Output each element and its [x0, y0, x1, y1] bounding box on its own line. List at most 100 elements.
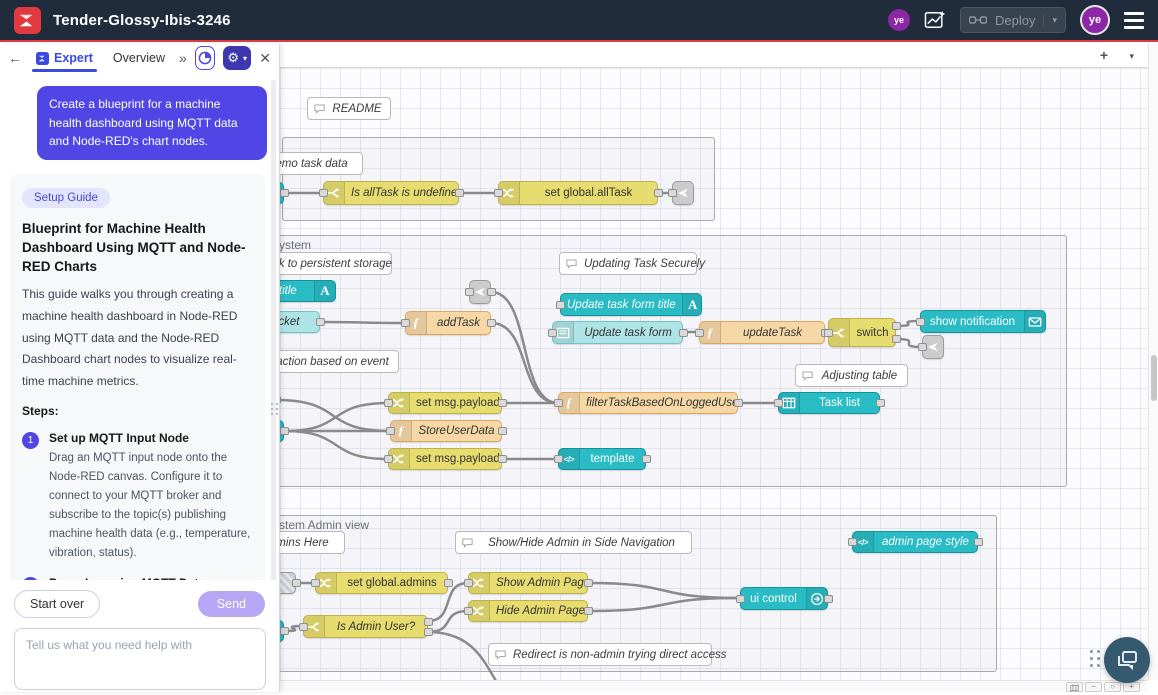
node-port[interactable]	[384, 455, 393, 463]
node-port[interactable]	[584, 579, 593, 587]
flow-node[interactable]: set global.allTask	[498, 181, 658, 205]
send-button[interactable]: Send	[198, 591, 265, 617]
node-port[interactable]	[918, 343, 927, 351]
comment-node[interactable]: Redirect is non-admin trying direct acce…	[488, 643, 712, 666]
node-port[interactable]	[498, 399, 507, 407]
node-port[interactable]	[464, 607, 473, 615]
flow-node[interactable]: ƒupdateTask	[699, 321, 825, 344]
node-port[interactable]	[734, 399, 743, 407]
flow-node[interactable]: switch	[828, 318, 896, 347]
node-port[interactable]	[311, 579, 320, 587]
node-port[interactable]	[498, 455, 507, 463]
node-port[interactable]	[736, 595, 745, 603]
node-port[interactable]	[916, 318, 925, 326]
node-port[interactable]	[384, 399, 393, 407]
flow-node[interactable]: </>template	[558, 448, 646, 470]
node-port[interactable]	[316, 318, 325, 326]
flow-node[interactable]: ticket	[280, 311, 320, 333]
chat-fab-button[interactable]	[1104, 637, 1150, 683]
back-button[interactable]: ←	[8, 50, 22, 66]
ai-assistant-icon[interactable]	[924, 10, 946, 30]
node-port[interactable]	[464, 579, 473, 587]
node-port[interactable]	[554, 455, 563, 463]
node-port[interactable]	[465, 288, 474, 296]
node-port[interactable]	[401, 319, 410, 327]
zoom-out-button[interactable]: −	[1085, 682, 1102, 692]
node-port[interactable]	[892, 322, 901, 330]
comment-node[interactable]: Updating Task Securely	[559, 252, 697, 275]
flow-node[interactable]: Task list	[778, 392, 880, 414]
flow-node[interactable]: set global.admins	[315, 572, 448, 594]
comment-node[interactable]: Show/Hide Admin in Side Navigation	[455, 531, 692, 554]
node-port[interactable]	[292, 579, 301, 587]
panel-scrollbar[interactable]	[271, 80, 276, 620]
tab-expert[interactable]: Expert	[30, 47, 99, 69]
tab-overview[interactable]: Overview	[107, 47, 171, 69]
comment-node[interactable]: mins Here	[280, 531, 345, 554]
canvas-horizontal-scrollbar[interactable]: − ○ +	[280, 680, 1148, 692]
flow-node[interactable]: Show Admin Page	[468, 572, 588, 594]
node-port[interactable]	[654, 189, 663, 197]
flow-node[interactable]: show notification	[920, 310, 1046, 333]
zoom-reset-button[interactable]: ○	[1104, 682, 1121, 692]
flow-node[interactable]: Is Admin User?	[303, 615, 428, 638]
node-port[interactable]	[494, 189, 503, 197]
node-port[interactable]	[584, 607, 593, 615]
flow-node[interactable]: ƒfilterTaskBasedOnLoggedUser	[558, 392, 738, 414]
settings-button[interactable]: ⚙ ▾	[223, 46, 251, 70]
node-port[interactable]	[876, 399, 885, 407]
flow-list-caret-icon[interactable]: ▾	[1129, 51, 1134, 62]
node-port[interactable]	[487, 319, 496, 327]
minimap-button[interactable]	[1066, 682, 1083, 692]
node-port[interactable]	[299, 623, 308, 631]
comment-node[interactable]: sk to persistent storage	[280, 252, 392, 275]
node-port[interactable]	[424, 618, 433, 626]
node-port[interactable]	[548, 329, 557, 337]
node-port[interactable]	[695, 329, 704, 337]
comment-node[interactable]: Adjusting table	[795, 364, 908, 387]
tab-overflow-button[interactable]: »	[179, 50, 187, 66]
menu-icon[interactable]	[1124, 12, 1144, 29]
node-port[interactable]	[444, 579, 453, 587]
node-port[interactable]	[642, 455, 651, 463]
node-port[interactable]	[892, 335, 901, 343]
usage-chart-button[interactable]	[195, 46, 215, 70]
flow-node[interactable]: Is allTask is undefined	[323, 181, 459, 205]
node-port[interactable]	[424, 628, 433, 636]
node-port[interactable]	[319, 189, 328, 197]
flow-node[interactable]: Hide Admin Page	[468, 600, 588, 622]
node-port[interactable]	[556, 301, 565, 309]
node-port[interactable]	[498, 427, 507, 435]
flow-node[interactable]: m titleA	[280, 280, 336, 302]
canvas-vertical-scrollbar[interactable]	[1148, 44, 1158, 680]
deploy-caret-icon[interactable]: ▾	[1043, 15, 1057, 26]
start-over-button[interactable]: Start over	[14, 590, 100, 618]
flow-node[interactable]: set msg.payload	[388, 392, 502, 414]
help-input[interactable]	[14, 628, 266, 690]
comment-node[interactable]: action based on event	[280, 350, 399, 373]
comment-node[interactable]: emo task data	[280, 152, 363, 175]
node-port[interactable]	[280, 627, 289, 635]
node-port[interactable]	[824, 595, 833, 603]
node-port[interactable]	[455, 189, 464, 197]
node-port[interactable]	[668, 189, 677, 197]
node-port[interactable]	[554, 399, 563, 407]
node-port[interactable]	[679, 329, 688, 337]
panel-resize-handle[interactable]	[271, 398, 278, 420]
flow-node[interactable]: Update task form titleA	[560, 293, 702, 316]
team-avatar[interactable]: ye	[888, 9, 910, 31]
node-port[interactable]	[487, 288, 496, 296]
user-avatar[interactable]: ye	[1080, 5, 1110, 35]
node-port[interactable]	[280, 189, 289, 197]
flow-node[interactable]: ƒStoreUserData	[390, 420, 502, 442]
flow-node[interactable]: </>admin page style	[852, 531, 978, 553]
node-port[interactable]	[974, 538, 983, 546]
flow-node[interactable]: set msg.payload	[388, 448, 502, 470]
zoom-in-button[interactable]: +	[1123, 682, 1140, 692]
chat-fab-drag-handle[interactable]	[1090, 650, 1100, 667]
deploy-button[interactable]: Deploy ▾	[960, 7, 1066, 33]
comment-node[interactable]: README	[307, 97, 391, 120]
node-port[interactable]	[848, 538, 857, 546]
flow-canvas[interactable]: ystemstem Admin viewREADMEemo task datas…	[280, 68, 1148, 680]
node-port[interactable]	[774, 399, 783, 407]
